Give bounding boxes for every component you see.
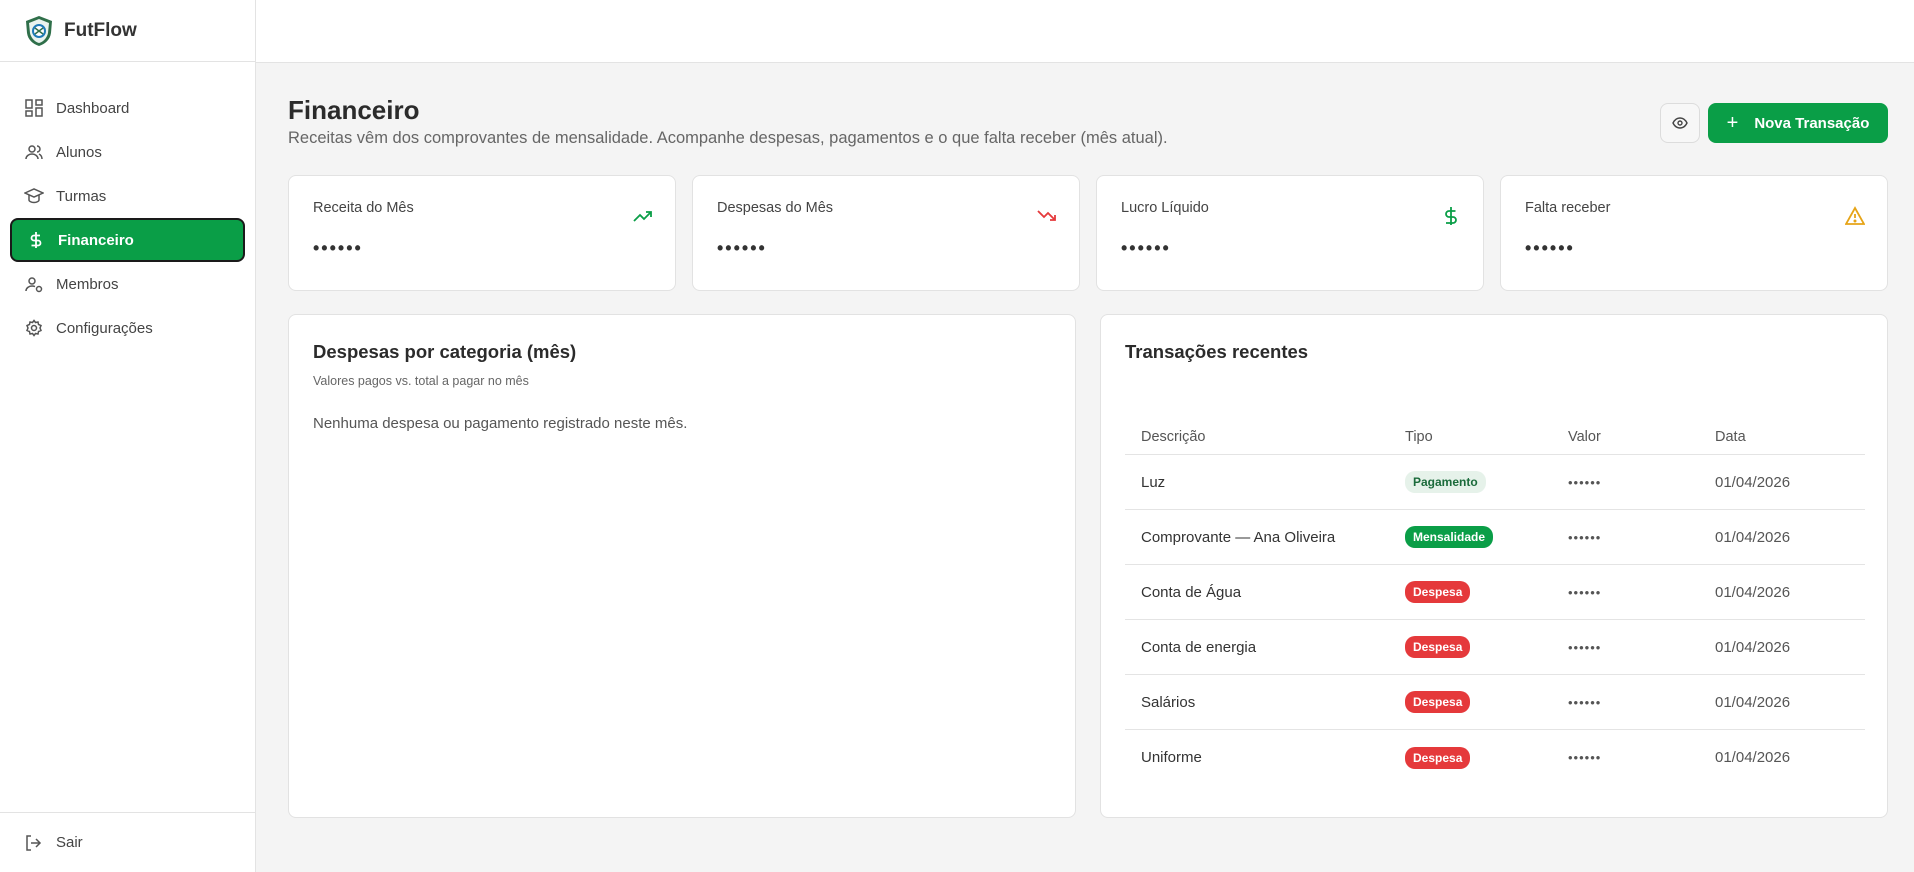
table-row[interactable]: Conta de energia Despesa •••••• 01/04/20… xyxy=(1125,620,1865,675)
sidebar-item-label: Alunos xyxy=(56,143,102,161)
panel-subtitle: Valores pagos vs. total a pagar no mês xyxy=(313,374,529,388)
sidebar-item-configuracoes[interactable]: Configurações xyxy=(10,306,245,350)
panel-title: Transações recentes xyxy=(1125,341,1309,362)
sidebar-item-alunos[interactable]: Alunos xyxy=(10,130,245,174)
type-badge: Despesa xyxy=(1405,691,1471,713)
cell-descricao: Salários xyxy=(1141,693,1196,711)
recent-transactions-panel: Transações recentes Descrição Tipo Valor… xyxy=(1100,314,1888,818)
warning-icon xyxy=(1845,206,1865,225)
type-badge: Mensalidade xyxy=(1405,526,1494,548)
cell-descricao: Conta de energia xyxy=(1141,638,1257,656)
column-header: Valor xyxy=(1568,428,1601,445)
sidebar-item-label: Turmas xyxy=(56,187,107,205)
panel-title: Despesas por categoria (mês) xyxy=(313,341,577,362)
sidebar-item-financeiro[interactable]: Financeiro xyxy=(10,218,245,262)
dollar-icon xyxy=(1445,207,1457,225)
cell-valor: •••••• xyxy=(1568,529,1602,545)
logout-icon xyxy=(24,833,44,853)
card-label: Despesas do Mês xyxy=(717,200,834,216)
table-header: Descrição Tipo Valor Data xyxy=(1125,419,1865,455)
card-label: Lucro Líquido xyxy=(1121,200,1209,216)
plus-icon: + xyxy=(1726,111,1739,134)
logo-icon xyxy=(26,15,52,46)
sidebar-nav: Dashboard Alunos Turmas Financeiro Membr… xyxy=(0,62,255,350)
card-label: Falta receber xyxy=(1525,200,1611,216)
cell-data: 01/04/2026 xyxy=(1715,749,1791,766)
dollar-icon xyxy=(26,230,46,250)
sidebar-item-label: Membros xyxy=(56,275,119,293)
cell-descricao: Luz xyxy=(1141,473,1166,491)
card-falta-receber: Falta receber •••••• xyxy=(1500,175,1888,291)
card-lucro: Lucro Líquido •••••• xyxy=(1096,175,1484,291)
table-row[interactable]: Comprovante — Ana Oliveira Mensalidade •… xyxy=(1125,510,1865,565)
logout-button[interactable]: Sair xyxy=(0,812,256,872)
users-icon xyxy=(24,142,44,162)
sidebar-item-turmas[interactable]: Turmas xyxy=(10,174,245,218)
card-value: •••••• xyxy=(1525,238,1575,258)
user-cog-icon xyxy=(24,274,44,294)
trending-down-icon xyxy=(1037,210,1056,221)
cell-descricao: Conta de Água xyxy=(1141,583,1242,601)
gear-icon xyxy=(24,318,44,338)
sidebar-item-label: Dashboard xyxy=(56,99,130,117)
top-bar xyxy=(256,0,1914,63)
trending-up-icon xyxy=(633,211,652,222)
cell-valor: •••••• xyxy=(1568,694,1602,710)
cell-data: 01/04/2026 xyxy=(1715,583,1791,601)
brand[interactable]: FutFlow xyxy=(0,0,255,62)
toggle-visibility-button[interactable] xyxy=(1660,103,1700,143)
card-receita: Receita do Mês •••••• xyxy=(288,175,676,291)
table-row[interactable]: Luz Pagamento •••••• 01/04/2026 xyxy=(1125,455,1865,510)
type-badge: Pagamento xyxy=(1405,471,1486,493)
cell-data: 01/04/2026 xyxy=(1715,693,1791,711)
table-row[interactable]: Uniforme Despesa •••••• 01/04/2026 xyxy=(1125,730,1865,785)
sidebar-item-dashboard[interactable]: Dashboard xyxy=(10,86,245,130)
sidebar-item-label: Configurações xyxy=(56,319,153,337)
transactions-table: Descrição Tipo Valor Data Luz Pagamento … xyxy=(1125,419,1865,785)
cell-valor: •••••• xyxy=(1568,639,1602,655)
card-despesas: Despesas do Mês •••••• xyxy=(692,175,1080,291)
logout-label: Sair xyxy=(56,834,83,851)
graduation-cap-icon xyxy=(24,186,44,206)
table-row[interactable]: Salários Despesa •••••• 01/04/2026 xyxy=(1125,675,1865,730)
card-value: •••••• xyxy=(717,238,767,258)
sidebar: FutFlow Dashboard Alunos Turmas Financei… xyxy=(0,0,256,872)
summary-cards: Receita do Mês •••••• Despesas do Mês ••… xyxy=(288,175,1888,291)
sidebar-item-membros[interactable]: Membros xyxy=(10,262,245,306)
cell-descricao: Comprovante — Ana Oliveira xyxy=(1141,528,1336,546)
cell-data: 01/04/2026 xyxy=(1715,528,1791,546)
cell-descricao: Uniforme xyxy=(1141,749,1202,766)
card-value: •••••• xyxy=(1121,238,1171,258)
column-header: Tipo xyxy=(1405,428,1433,445)
card-label: Receita do Mês xyxy=(313,200,414,216)
sidebar-item-label: Financeiro xyxy=(58,231,134,249)
new-transaction-label: Nova Transação xyxy=(1754,114,1870,132)
cell-data: 01/04/2026 xyxy=(1715,473,1791,491)
table-row[interactable]: Conta de Água Despesa •••••• 01/04/2026 xyxy=(1125,565,1865,620)
empty-message: Nenhuma despesa ou pagamento registrado … xyxy=(313,415,688,432)
type-badge: Despesa xyxy=(1405,746,1471,769)
expenses-by-category-panel: Despesas por categoria (mês) Valores pag… xyxy=(288,314,1076,818)
cell-valor: •••••• xyxy=(1568,474,1602,490)
cell-valor: •••••• xyxy=(1568,584,1602,600)
app-name: FutFlow xyxy=(64,19,137,41)
type-badge: Despesa xyxy=(1405,581,1471,603)
page-title: Financeiro xyxy=(288,95,420,125)
cell-valor: •••••• xyxy=(1568,750,1602,765)
cell-data: 01/04/2026 xyxy=(1715,638,1791,656)
column-header: Descrição xyxy=(1141,428,1206,445)
page-subtitle: Receitas vêm dos comprovantes de mensali… xyxy=(288,129,1168,147)
column-header: Data xyxy=(1715,428,1746,445)
dashboard-icon xyxy=(24,98,44,118)
new-transaction-button[interactable]: + Nova Transação xyxy=(1708,103,1888,143)
card-value: •••••• xyxy=(313,238,363,258)
eye-icon xyxy=(1672,117,1688,129)
type-badge: Despesa xyxy=(1405,636,1471,658)
